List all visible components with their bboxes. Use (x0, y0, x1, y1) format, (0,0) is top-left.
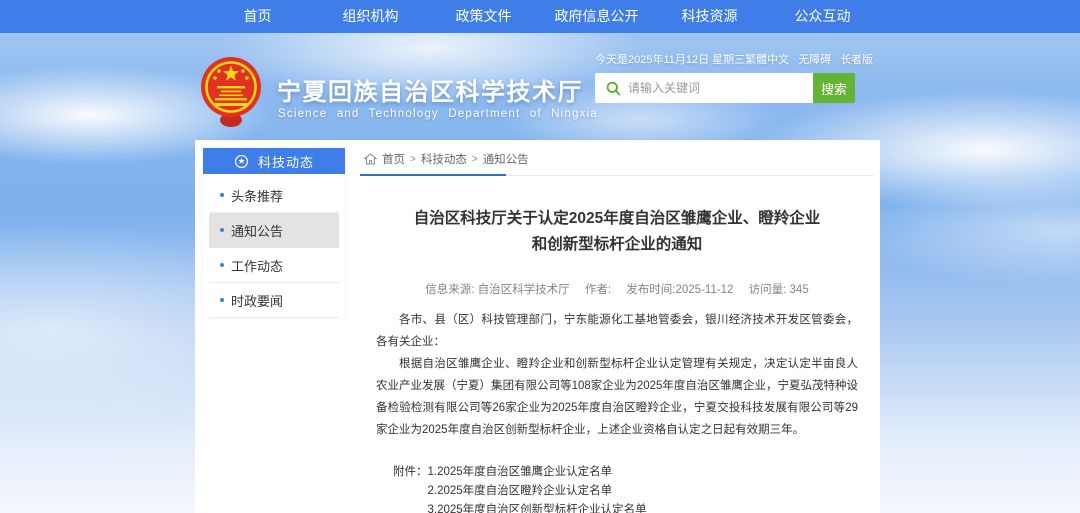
nav-item-public-interaction[interactable]: 公众互动 (766, 0, 879, 33)
bullet-dot-icon (220, 193, 224, 197)
link-elder-version[interactable]: 长者版 (840, 51, 873, 67)
nav-item-organization[interactable]: 组织机构 (314, 0, 427, 33)
breadcrumb-separator: > (472, 154, 478, 165)
article-paragraph: 根据自治区雏鹰企业、瞪羚企业和创新型标杆企业认定管理有关规定，决定认定半亩良人农… (376, 353, 858, 441)
search-icon (606, 81, 621, 96)
link-traditional-chinese[interactable]: 繁體中文 (745, 51, 789, 67)
attachment-link-1[interactable]: 1.2025年度自治区雏鹰企业认定名单 (428, 463, 647, 482)
sidebar-title: 科技动态 (258, 152, 314, 171)
breadcrumb-home[interactable]: 首页 (382, 151, 405, 167)
article-title-line1: 自治区科技厅关于认定2025年度自治区雏鹰企业、瞪羚企业 (360, 206, 874, 232)
content-wrapper: 科技动态 头条推荐 通知公告 工作动态 时政要闻 (195, 140, 880, 513)
bullet-dot-icon (220, 228, 224, 232)
breadcrumb: 首页 > 科技动态 > 通知公告 (360, 150, 874, 168)
meta-publish-time: 发布时间:2025-11-12 (626, 284, 733, 296)
breadcrumb-level1[interactable]: 科技动态 (421, 151, 467, 167)
bullet-dot-icon (220, 298, 224, 302)
sidebar-item-label: 通知公告 (231, 221, 283, 240)
date-text: 今天是2025年11月12日 星期三 (595, 51, 745, 67)
sidebar-item-label: 头条推荐 (231, 186, 283, 205)
attachments: 附件： 1.2025年度自治区雏鹰企业认定名单 2.2025年度自治区瞪羚企业认… (393, 463, 874, 513)
main-content: 首页 > 科技动态 > 通知公告 自治区科技厅关于认定2025年度自治区雏鹰企业… (360, 150, 874, 513)
nav-item-tech-resources[interactable]: 科技资源 (653, 0, 766, 33)
sidebar-item-label: 时政要闻 (231, 291, 283, 310)
search-button[interactable]: 搜索 (813, 73, 855, 103)
search-input[interactable] (628, 75, 813, 101)
article-paragraph: 各市、县（区）科技管理部门，宁东能源化工基地管委会，银川经济技术开发区管委会，各… (376, 309, 858, 353)
nav-item-policy-documents[interactable]: 政策文件 (427, 0, 540, 33)
top-nav: 首页 组织机构 政策文件 政府信息公开 科技资源 公众互动 (0, 0, 1080, 33)
sidebar-menu: 头条推荐 通知公告 工作动态 时政要闻 (203, 174, 345, 318)
attachment-link-3[interactable]: 3.2025年度自治区创新型标杆企业认定名单 (428, 501, 647, 513)
sidebar-item-headline-recommend[interactable]: 头条推荐 (209, 178, 339, 213)
attachments-label: 附件： (393, 463, 428, 513)
search-box (595, 73, 813, 103)
bullet-dot-icon (220, 263, 224, 267)
sidebar: 科技动态 头条推荐 通知公告 工作动态 时政要闻 (203, 148, 345, 318)
search-bar: 搜索 (595, 73, 855, 103)
meta-visits: 访问量: 345 (749, 284, 809, 296)
article-body: 各市、县（区）科技管理部门，宁东能源化工基地管委会，银川经济技术开发区管委会，各… (376, 309, 858, 441)
breadcrumb-current: 通知公告 (483, 151, 529, 167)
article-title: 自治区科技厅关于认定2025年度自治区雏鹰企业、瞪羚企业 和创新型标杆企业的通知 (360, 206, 874, 258)
article-title-line2: 和创新型标杆企业的通知 (360, 232, 874, 258)
attachment-link-2[interactable]: 2.2025年度自治区瞪羚企业认定名单 (428, 482, 647, 501)
page: 首页 组织机构 政策文件 政府信息公开 科技资源 公众互动 宁夏回族自治区科学技… (0, 0, 1080, 513)
article-meta: 信息来源: 自治区科学技术厅 作者: 发布时间:2025-11-12 访问量: … (360, 281, 874, 297)
top-nav-items: 首页 组织机构 政策文件 政府信息公开 科技资源 公众互动 (0, 0, 1080, 33)
meta-author: 作者: (585, 284, 611, 296)
link-accessibility[interactable]: 无障碍 (798, 51, 831, 67)
home-icon (364, 153, 377, 165)
star-circle-icon (234, 154, 249, 169)
sidebar-item-work-trends[interactable]: 工作动态 (209, 248, 339, 283)
sidebar-item-notice-announcement[interactable]: 通知公告 (209, 213, 339, 248)
site-title: 宁夏回族自治区科学技术厅 (277, 72, 583, 107)
site-subtitle: Science and Technology Department of Nin… (278, 108, 566, 120)
sidebar-item-current-politics[interactable]: 时政要闻 (209, 283, 339, 318)
nav-item-home[interactable]: 首页 (201, 0, 314, 33)
sidebar-header: 科技动态 (203, 148, 345, 174)
national-emblem-icon (199, 56, 263, 130)
nav-item-gov-info-disclosure[interactable]: 政府信息公开 (540, 0, 653, 33)
meta-source: 信息来源: 自治区科学技术厅 (425, 284, 569, 296)
breadcrumb-separator: > (410, 154, 416, 165)
breadcrumb-divider (360, 174, 874, 176)
sidebar-item-label: 工作动态 (231, 256, 283, 275)
header-top-info: 今天是2025年11月12日 星期三 繁體中文 无障碍 长者版 (595, 51, 873, 67)
breadcrumb-divider-accent (360, 174, 506, 176)
